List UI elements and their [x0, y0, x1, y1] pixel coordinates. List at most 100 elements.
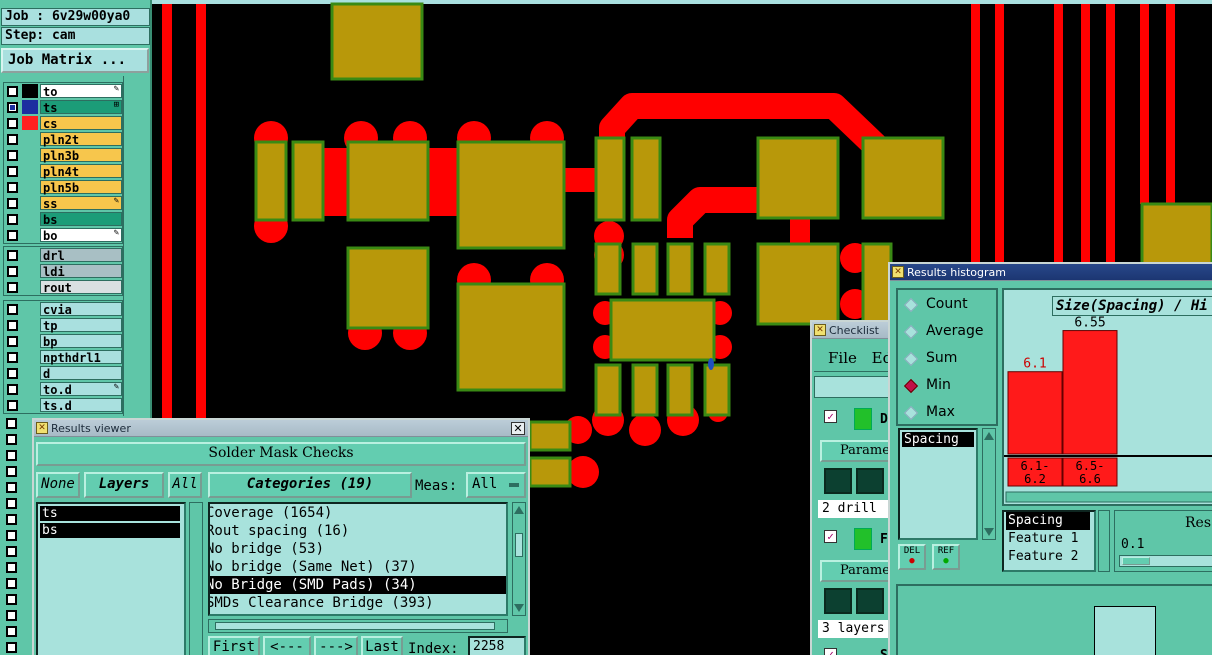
layer-checkbox[interactable]: [7, 399, 18, 411]
layer-list-item[interactable]: bs: [40, 523, 180, 538]
layer-row-bo[interactable]: bo ✎: [4, 227, 122, 243]
layer-color-swatch[interactable]: [22, 318, 38, 332]
layer-name[interactable]: bs: [40, 212, 122, 227]
mode-sum[interactable]: Sum: [902, 350, 998, 370]
measure-list-scrollbar[interactable]: [982, 428, 996, 540]
layer-row-pln5b[interactable]: pln5b: [4, 179, 122, 195]
category-item[interactable]: Rout spacing (16): [210, 522, 506, 540]
layer-row-ldi[interactable]: ldi: [4, 263, 122, 279]
layer-row-pln4t[interactable]: pln4t: [4, 163, 122, 179]
layer-name[interactable]: to.d: [40, 382, 122, 397]
layer-name[interactable]: npthdrl1: [40, 350, 122, 365]
field-item[interactable]: Spacing: [1006, 512, 1090, 530]
layer-color-swatch[interactable]: [22, 350, 38, 364]
layer-row-d[interactable]: d: [4, 365, 122, 381]
slider-thumb[interactable]: [1122, 557, 1150, 565]
layer-checkbox[interactable]: [7, 281, 18, 293]
layer-checkbox[interactable]: [7, 303, 18, 315]
layer-checkbox[interactable]: [6, 626, 17, 637]
last-button[interactable]: Last: [361, 636, 403, 655]
field-item[interactable]: Feature 2: [1006, 548, 1090, 566]
layer-checkbox[interactable]: [7, 335, 18, 347]
category-item[interactable]: No bridge (Same Net) (37): [210, 558, 506, 576]
layer-color-swatch[interactable]: [22, 116, 38, 130]
layer-row-ss[interactable]: ss ✎: [4, 195, 122, 211]
scroll-up-icon[interactable]: [984, 432, 994, 440]
layers-list-scrollbar[interactable]: [189, 502, 203, 655]
layer-checkbox[interactable]: [6, 482, 17, 493]
layer-checkbox[interactable]: [6, 610, 17, 621]
layer-row-tp[interactable]: tp: [4, 317, 122, 333]
layer-checkbox[interactable]: [7, 85, 18, 97]
job-matrix-button[interactable]: Job Matrix ...: [1, 48, 149, 73]
layer-color-swatch[interactable]: [22, 212, 38, 226]
layer-color-swatch[interactable]: [22, 280, 38, 294]
layer-name[interactable]: cs: [40, 116, 122, 131]
histogram-bar[interactable]: [1062, 330, 1118, 455]
layer-name[interactable]: rout: [40, 280, 122, 295]
layer-color-swatch[interactable]: [22, 84, 38, 98]
index-input[interactable]: 2258: [468, 636, 526, 655]
layer-name[interactable]: ts.d: [40, 398, 122, 413]
category-item[interactable]: No bridge (53): [210, 540, 506, 558]
layer-name[interactable]: bp: [40, 334, 122, 349]
category-item[interactable]: Coverage (1654): [210, 504, 506, 522]
layer-name[interactable]: bo: [40, 228, 122, 243]
layer-checkbox[interactable]: [7, 117, 18, 129]
layer-name[interactable]: pln3b: [40, 148, 122, 163]
checklist-titlebar[interactable]: ✕ Checklist: [812, 322, 898, 339]
action-icon[interactable]: [854, 408, 872, 430]
del-button[interactable]: DEL ●: [898, 544, 926, 570]
layer-checkbox[interactable]: [7, 265, 18, 277]
layer-row-cs[interactable]: cs: [4, 115, 122, 131]
categories-list[interactable]: Coverage (1654) Rout spacing (16) No bridg…: [208, 502, 508, 616]
layer-checkbox[interactable]: [6, 546, 17, 557]
layers-button[interactable]: Layers: [84, 472, 164, 498]
radio-icon[interactable]: [903, 351, 919, 367]
layer-row-pln2t[interactable]: pln2t: [4, 131, 122, 147]
fields-scrollbar[interactable]: [1098, 510, 1110, 572]
scroll-down-icon[interactable]: [984, 528, 994, 536]
check-d-checkbox[interactable]: ✓: [824, 410, 837, 423]
layers-list[interactable]: ts bs: [36, 502, 186, 655]
layer-color-swatch[interactable]: [22, 248, 38, 262]
layer-row-cvia[interactable]: cvia: [4, 301, 122, 317]
mode-average[interactable]: Average: [902, 323, 998, 343]
first-button[interactable]: First: [208, 636, 260, 655]
layer-name[interactable]: to: [40, 84, 122, 99]
layer-color-swatch[interactable]: [22, 302, 38, 316]
categories-list-hscrollbar[interactable]: [208, 619, 508, 633]
results-viewer-titlebar[interactable]: ✕ Results viewer ✕: [34, 420, 528, 437]
all-button[interactable]: All: [168, 472, 202, 498]
scroll-up-icon[interactable]: [514, 506, 524, 514]
layer-checkbox[interactable]: [6, 418, 17, 429]
fields-list[interactable]: Spacing Feature 1 Feature 2: [1002, 510, 1096, 572]
field-item[interactable]: Feature 1: [1006, 530, 1090, 548]
layer-checkbox[interactable]: [6, 514, 17, 525]
measure-list[interactable]: Spacing: [898, 428, 978, 540]
categories-button[interactable]: Categories (19): [208, 472, 412, 498]
prev-button[interactable]: <---: [263, 636, 311, 655]
res-slider[interactable]: [1119, 555, 1212, 567]
layer-row-bs[interactable]: bs: [4, 211, 122, 227]
layer-checkbox[interactable]: [7, 383, 18, 395]
layer-row-npthdrl1[interactable]: npthdrl1: [4, 349, 122, 365]
scroll-thumb[interactable]: [515, 533, 523, 557]
radio-icon[interactable]: [903, 324, 919, 340]
layer-checkbox[interactable]: [6, 562, 17, 573]
layer-color-swatch[interactable]: [22, 164, 38, 178]
layer-name[interactable]: tp: [40, 318, 122, 333]
layer-checkbox[interactable]: [6, 450, 17, 461]
run-icon[interactable]: [824, 468, 852, 494]
layer-row-ts[interactable]: ts ⊞: [4, 99, 122, 115]
measure-item[interactable]: Spacing: [902, 432, 974, 447]
none-button[interactable]: None: [36, 472, 80, 498]
hscroll-thumb[interactable]: [215, 622, 495, 630]
radio-icon[interactable]: [903, 378, 919, 394]
layer-row-to-d[interactable]: to.d ✎: [4, 381, 122, 397]
mode-min[interactable]: Min: [902, 377, 998, 397]
next-button[interactable]: --->: [314, 636, 358, 655]
layer-checkbox[interactable]: [7, 165, 18, 177]
radio-icon[interactable]: [903, 297, 919, 313]
layer-row-ts-d[interactable]: ts.d: [4, 397, 122, 413]
